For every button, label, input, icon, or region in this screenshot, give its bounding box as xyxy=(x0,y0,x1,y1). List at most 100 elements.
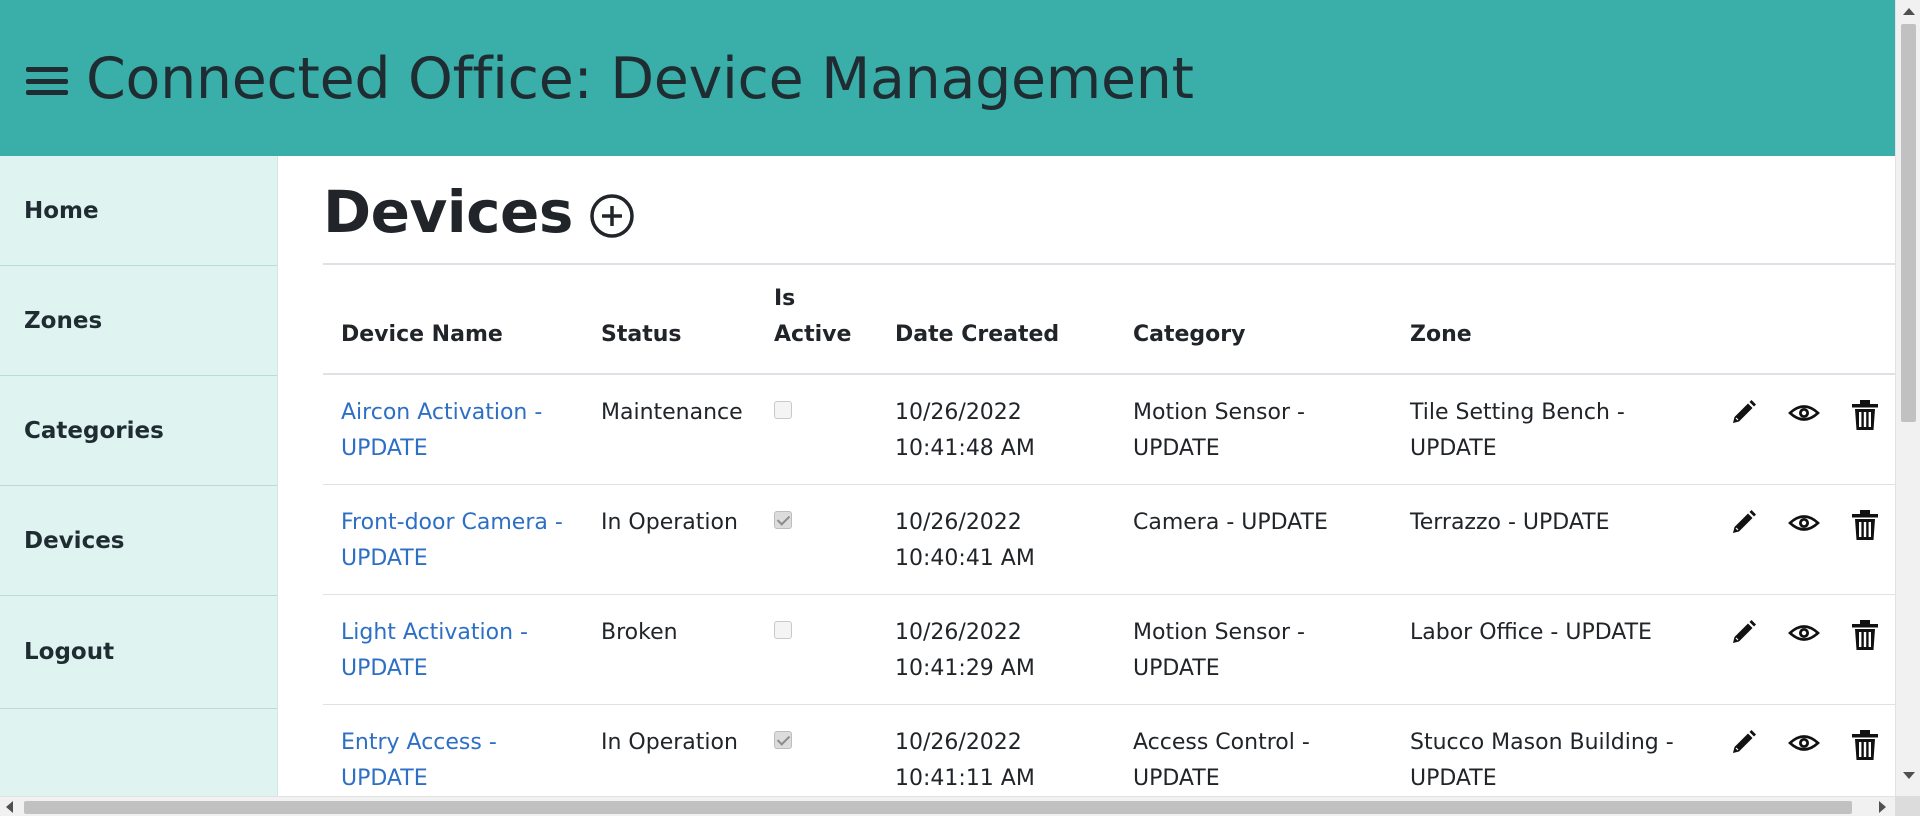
table-row: Aircon Activation - UPDATE Maintenance 10/2… xyxy=(323,374,1895,485)
column-header-is-active: Is Active xyxy=(756,265,877,375)
device-name-line1[interactable]: Aircon Activation - xyxy=(341,395,583,431)
devices-table: Device Name Status Is Active Date Create… xyxy=(323,265,1895,792)
eye-view-icon[interactable] xyxy=(1774,729,1835,765)
device-name-cell: Light Activation - UPDATE xyxy=(323,594,583,705)
device-name-line1[interactable]: Light Activation - xyxy=(341,615,583,651)
date-created-cell: 10/26/2022 10:41:48 AM xyxy=(877,374,1115,485)
time-line: 10:40:41 AM xyxy=(895,545,1035,571)
app-title: Connected Office: Device Management xyxy=(86,45,1194,112)
time-line: 10:41:48 AM xyxy=(895,436,1035,461)
is-active-checkbox xyxy=(774,620,792,639)
trash-delete-icon[interactable] xyxy=(1834,729,1895,765)
category-line2: UPDATE xyxy=(1133,655,1220,681)
eye-view-icon[interactable] xyxy=(1774,619,1835,655)
category-line1: Motion Sensor - xyxy=(1133,400,1305,425)
column-header-zone: Zone xyxy=(1392,265,1695,375)
sidebar: Home Zones Categories Devices Logout xyxy=(0,156,278,796)
horizontal-scrollbar[interactable] xyxy=(0,796,1895,816)
eye-view-icon[interactable] xyxy=(1774,399,1835,435)
category-cell: Access Control - UPDATE xyxy=(1115,704,1392,792)
sidebar-item-categories[interactable]: Categories xyxy=(0,376,277,486)
page-header: Devices xyxy=(323,156,1895,265)
device-name-line2[interactable]: UPDATE xyxy=(341,761,583,793)
pencil-edit-icon[interactable] xyxy=(1713,619,1774,655)
vertical-scrollbar[interactable] xyxy=(1895,0,1920,796)
sidebar-item-logout[interactable]: Logout xyxy=(0,596,277,709)
zone-line1: Terrazzo - UPDATE xyxy=(1410,509,1610,535)
vertical-scroll-thumb[interactable] xyxy=(1901,24,1916,422)
actions-cell xyxy=(1695,594,1895,705)
hamburger-menu-icon[interactable] xyxy=(26,64,68,98)
column-header-category: Category xyxy=(1115,265,1392,375)
device-name-link[interactable]: Entry Access - UPDATE xyxy=(341,725,583,793)
table-header-row: Device Name Status Is Active Date Create… xyxy=(323,265,1895,375)
date-line: 10/26/2022 xyxy=(895,509,1022,535)
pencil-edit-icon[interactable] xyxy=(1713,729,1774,765)
category-line1: Motion Sensor - xyxy=(1133,619,1305,645)
eye-view-icon[interactable] xyxy=(1774,509,1835,545)
device-name-link[interactable]: Front-door Camera - UPDATE xyxy=(341,505,583,577)
scroll-up-arrow-icon[interactable] xyxy=(1903,8,1915,15)
is-active-checkbox xyxy=(774,730,792,749)
app-header: Connected Office: Device Management xyxy=(0,0,1895,156)
device-name-line2[interactable]: UPDATE xyxy=(341,541,583,577)
trash-delete-icon[interactable] xyxy=(1834,619,1895,655)
column-header-device-name: Device Name xyxy=(323,265,583,375)
status-cell: In Operation xyxy=(583,484,756,595)
main-content: Devices Device Name Status Is Active Dat… xyxy=(323,156,1895,792)
status-cell: Maintenance xyxy=(583,374,756,485)
is-active-cell xyxy=(756,594,877,705)
is-active-checkbox xyxy=(774,510,792,529)
zone-line1: Stucco Mason Building - xyxy=(1410,729,1674,755)
trash-delete-icon[interactable] xyxy=(1834,399,1895,435)
device-name-link[interactable]: Aircon Activation - UPDATE xyxy=(341,395,583,467)
zone-line1: Labor Office - UPDATE xyxy=(1410,619,1652,645)
sidebar-item-devices[interactable]: Devices xyxy=(0,486,277,596)
column-header-status: Status xyxy=(583,265,756,375)
column-header-is-active-line2: Active xyxy=(774,322,852,347)
category-line1: Camera - UPDATE xyxy=(1133,509,1328,535)
table-row: Light Activation - UPDATE Broken 10/26/2022… xyxy=(323,594,1895,705)
date-line: 10/26/2022 xyxy=(895,400,1022,425)
pencil-edit-icon[interactable] xyxy=(1713,509,1774,545)
scroll-down-arrow-icon[interactable] xyxy=(1903,772,1915,779)
date-line: 10/26/2022 xyxy=(895,729,1022,755)
device-name-line1[interactable]: Entry Access - xyxy=(341,725,583,761)
actions-cell xyxy=(1695,484,1895,595)
time-line: 10:41:11 AM xyxy=(895,765,1035,791)
plus-circle-icon[interactable] xyxy=(589,193,635,239)
sidebar-item-zones[interactable]: Zones xyxy=(0,266,277,376)
zone-line2: UPDATE xyxy=(1410,436,1497,461)
horizontal-scroll-thumb[interactable] xyxy=(24,801,1852,814)
date-created-cell: 10/26/2022 10:41:11 AM xyxy=(877,704,1115,792)
zone-cell: Terrazzo - UPDATE xyxy=(1392,484,1695,595)
trash-delete-icon[interactable] xyxy=(1834,509,1895,545)
column-header-actions xyxy=(1695,265,1895,375)
actions-cell xyxy=(1695,374,1895,485)
category-line2: UPDATE xyxy=(1133,436,1220,461)
sidebar-item-home[interactable]: Home xyxy=(0,156,277,266)
scroll-right-arrow-icon[interactable] xyxy=(1879,801,1886,813)
zone-cell: Stucco Mason Building - UPDATE xyxy=(1392,704,1695,792)
is-active-cell xyxy=(756,704,877,792)
device-name-line2[interactable]: UPDATE xyxy=(341,431,583,467)
table-row: Front-door Camera - UPDATE In Operation 10/… xyxy=(323,484,1895,595)
date-line: 10/26/2022 xyxy=(895,619,1022,645)
column-header-is-active-line1: Is xyxy=(774,286,796,311)
time-line: 10:41:29 AM xyxy=(895,655,1035,681)
column-header-date-created: Date Created xyxy=(877,265,1115,375)
device-name-line1[interactable]: Front-door Camera - xyxy=(341,505,583,541)
device-name-cell: Entry Access - UPDATE xyxy=(323,704,583,792)
category-cell: Motion Sensor - UPDATE xyxy=(1115,374,1392,485)
zone-line2: UPDATE xyxy=(1410,765,1497,791)
scrollbar-corner xyxy=(1895,796,1920,816)
category-line1: Access Control - xyxy=(1133,729,1310,755)
page-title: Devices xyxy=(323,177,573,246)
scroll-left-arrow-icon[interactable] xyxy=(6,801,13,813)
device-name-line2[interactable]: UPDATE xyxy=(341,651,583,687)
device-name-cell: Front-door Camera - UPDATE xyxy=(323,484,583,595)
date-created-cell: 10/26/2022 10:40:41 AM xyxy=(877,484,1115,595)
is-active-cell xyxy=(756,374,877,485)
pencil-edit-icon[interactable] xyxy=(1713,399,1774,435)
device-name-link[interactable]: Light Activation - UPDATE xyxy=(341,615,583,687)
